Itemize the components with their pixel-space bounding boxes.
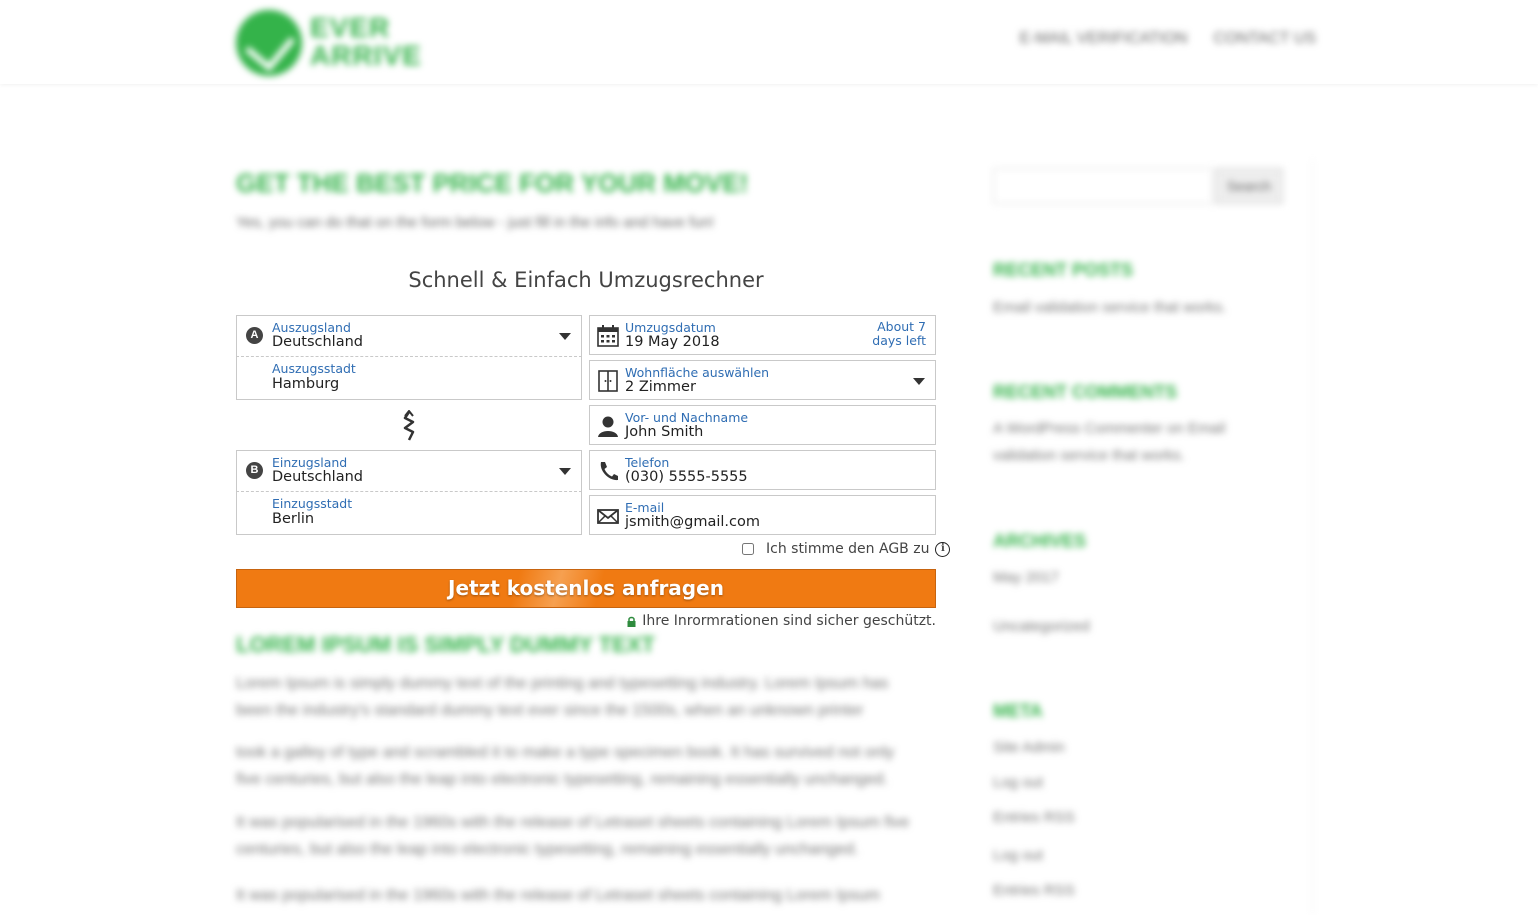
hero-subtitle: Yes, you can do that on the form below -… [236,214,715,231]
site-header: EVER ARRIVE E-MAIL VERIFICATION CONTACT … [0,0,1538,84]
content-title: LOREM IPSUM IS SIMPLY DUMMY TEXT [236,632,655,657]
security-note-text: Ihre Inrormrationen sind sicher geschütz… [642,613,936,629]
move-date-field[interactable]: Umzugsdatum 19 May 2018 About 7 days lef… [589,315,936,355]
phone-icon [600,462,618,481]
meta-link[interactable]: Log out [993,842,1253,869]
full-name-value: John Smith [625,424,704,440]
from-city-field[interactable]: Auszugsstadt Hamburg [236,356,582,400]
full-name-label: Vor- und Nachname [625,410,749,425]
to-city-value: Berlin [272,511,315,527]
form-title: Schnell & Einfach Umzugsrechner [408,268,764,292]
days-left-note: About 7 days left [872,319,926,348]
email-value: jsmith@gmail.com [625,514,760,530]
archives-title: ARCHIVES [993,531,1087,551]
from-city-label: Auszugsstadt [272,361,356,376]
move-date-label: Umzugsdatum [625,320,716,335]
living-area-label: Wohnfläche auswählen [625,365,770,380]
submit-request-button[interactable]: Jetzt kostenlos anfragen [236,569,936,608]
envelope-icon [597,509,619,524]
email-label: E-mail [625,500,665,515]
living-area-select[interactable]: Wohnfläche auswählen 2 Zimmer [589,360,936,400]
recent-comment-link[interactable]: A WordPress Commenter on Email validatio… [993,415,1253,469]
calendar-icon [597,325,619,347]
logo-mark-icon [236,10,302,76]
sidebar-search-button[interactable]: Search [1215,168,1283,204]
user-icon [598,416,618,437]
logo-text-line2: ARRIVE [310,40,422,71]
content-paragraph: It was popularised in the 1960s with the… [236,887,880,904]
nav-contact-us[interactable]: CONTACT US [1213,30,1316,48]
full-name-field[interactable]: Vor- und Nachname John Smith [589,405,936,445]
chevron-down-icon [559,333,571,340]
info-icon[interactable]: i [935,541,951,557]
content-paragraph: took a galley of type and scrambled it t… [236,744,895,788]
chevron-down-icon [559,468,571,475]
site-logo[interactable]: EVER ARRIVE [236,8,421,80]
main-nav: E-MAIL VERIFICATION CONTACT US [1019,30,1316,48]
hero-title: GET THE BEST PRICE FOR YOUR MOVE! [236,168,749,198]
lock-icon [627,616,636,627]
agb-consent: Ich stimme den AGB zu i [742,541,951,557]
agb-label[interactable]: Ich stimme den AGB zu [766,541,929,557]
wardrobe-icon [598,370,618,392]
to-country-value: Deutschland [272,469,363,485]
category-link[interactable]: Uncategorized [993,613,1253,640]
point-b-icon: B [246,462,263,479]
recent-posts-title: RECENT POSTS [993,260,1134,280]
move-date-value: 19 May 2018 [625,334,720,350]
recent-post-link[interactable]: Email validation service that works. [993,294,1253,321]
meta-link[interactable]: Site Admin [993,734,1253,761]
to-country-select[interactable]: B Einzugsland Deutschland [236,450,582,492]
living-area-value: 2 Zimmer [625,379,696,395]
meta-link[interactable]: Log out [993,769,1253,796]
to-city-field[interactable]: Einzugsstadt Berlin [236,491,582,535]
phone-label: Telefon [625,455,670,470]
sidebar-search-input[interactable] [993,168,1213,204]
point-a-icon: A [246,327,263,344]
phone-value: (030) 5555-5555 [625,469,748,485]
meta-link[interactable]: Entries RSS [993,804,1253,831]
email-field[interactable]: E-mail jsmith@gmail.com [589,495,936,535]
from-city-value: Hamburg [272,376,340,392]
phone-field[interactable]: Telefon (030) 5555-5555 [589,450,936,490]
from-country-label: Auszugsland [272,320,351,335]
sidebar-divider [1312,160,1313,915]
security-note: Ihre Inrormrationen sind sicher geschütz… [627,613,936,629]
to-city-label: Einzugsstadt [272,496,353,511]
archive-link[interactable]: May 2017 [993,564,1253,591]
logo-text-line1: EVER [310,12,391,43]
agb-checkbox[interactable] [742,543,754,555]
route-swap-icon[interactable] [400,410,418,442]
content-paragraph: Lorem Ipsum is simply dummy text of the … [236,675,889,719]
meta-title: META [993,701,1043,721]
recent-comments-title: RECENT COMMENTS [993,382,1177,402]
from-country-select[interactable]: A Auszugsland Deutschland [236,315,582,357]
to-country-label: Einzugsland [272,455,348,470]
nav-email-verification[interactable]: E-MAIL VERIFICATION [1019,30,1187,48]
from-country-value: Deutschland [272,334,363,350]
chevron-down-icon [913,378,925,385]
meta-link[interactable]: Entries RSS [993,877,1253,904]
content-paragraph: It was popularised in the 1960s with the… [236,814,910,858]
